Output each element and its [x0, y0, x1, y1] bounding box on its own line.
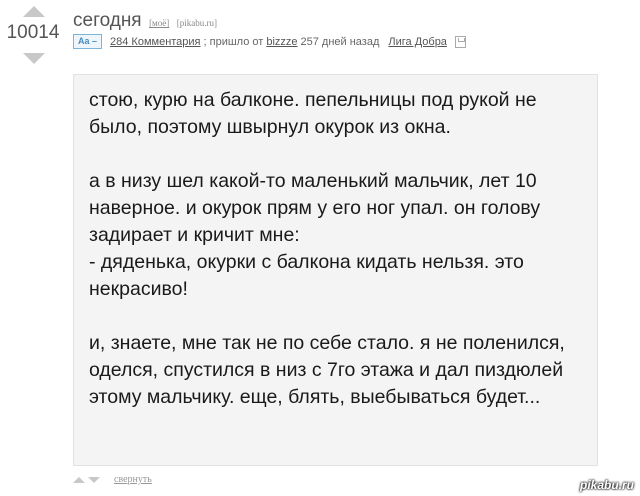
post-content: стою, курю на балконе. пепельницы под ру… — [73, 74, 598, 466]
save-icon[interactable] — [454, 35, 466, 48]
post-header: сегодня [моё] [pikabu.ru] — [73, 10, 217, 32]
tag-pikabu[interactable]: [pikabu.ru] — [177, 18, 217, 28]
font-size-toggle[interactable]: Aa – — [73, 34, 103, 49]
post-age: 257 дней назад — [300, 35, 380, 48]
community-link[interactable]: Лига Добра — [388, 36, 447, 48]
small-vote-down-icon[interactable] — [88, 476, 100, 483]
post-text: стою, курю на балконе. пепельницы под ру… — [89, 89, 565, 408]
author-link[interactable]: bizzze — [266, 36, 297, 48]
came-from-label: ; пришло от — [203, 35, 264, 48]
small-vote-up-icon[interactable] — [73, 476, 85, 483]
post-title[interactable]: сегодня — [73, 10, 142, 31]
vote-down-icon[interactable] — [23, 53, 45, 64]
post-meta: Aa – 284 Комментария ; пришло от bizzze … — [73, 34, 466, 49]
vote-up-icon[interactable] — [23, 6, 45, 17]
comments-link[interactable]: 284 Комментария — [110, 36, 201, 48]
post-footer: свернуть — [73, 474, 152, 485]
tag-mine[interactable]: [моё] — [149, 18, 169, 28]
collapse-link[interactable]: свернуть — [114, 474, 152, 485]
post-score: 10014 — [6, 22, 60, 43]
watermark: pikabu.ru — [579, 478, 634, 492]
